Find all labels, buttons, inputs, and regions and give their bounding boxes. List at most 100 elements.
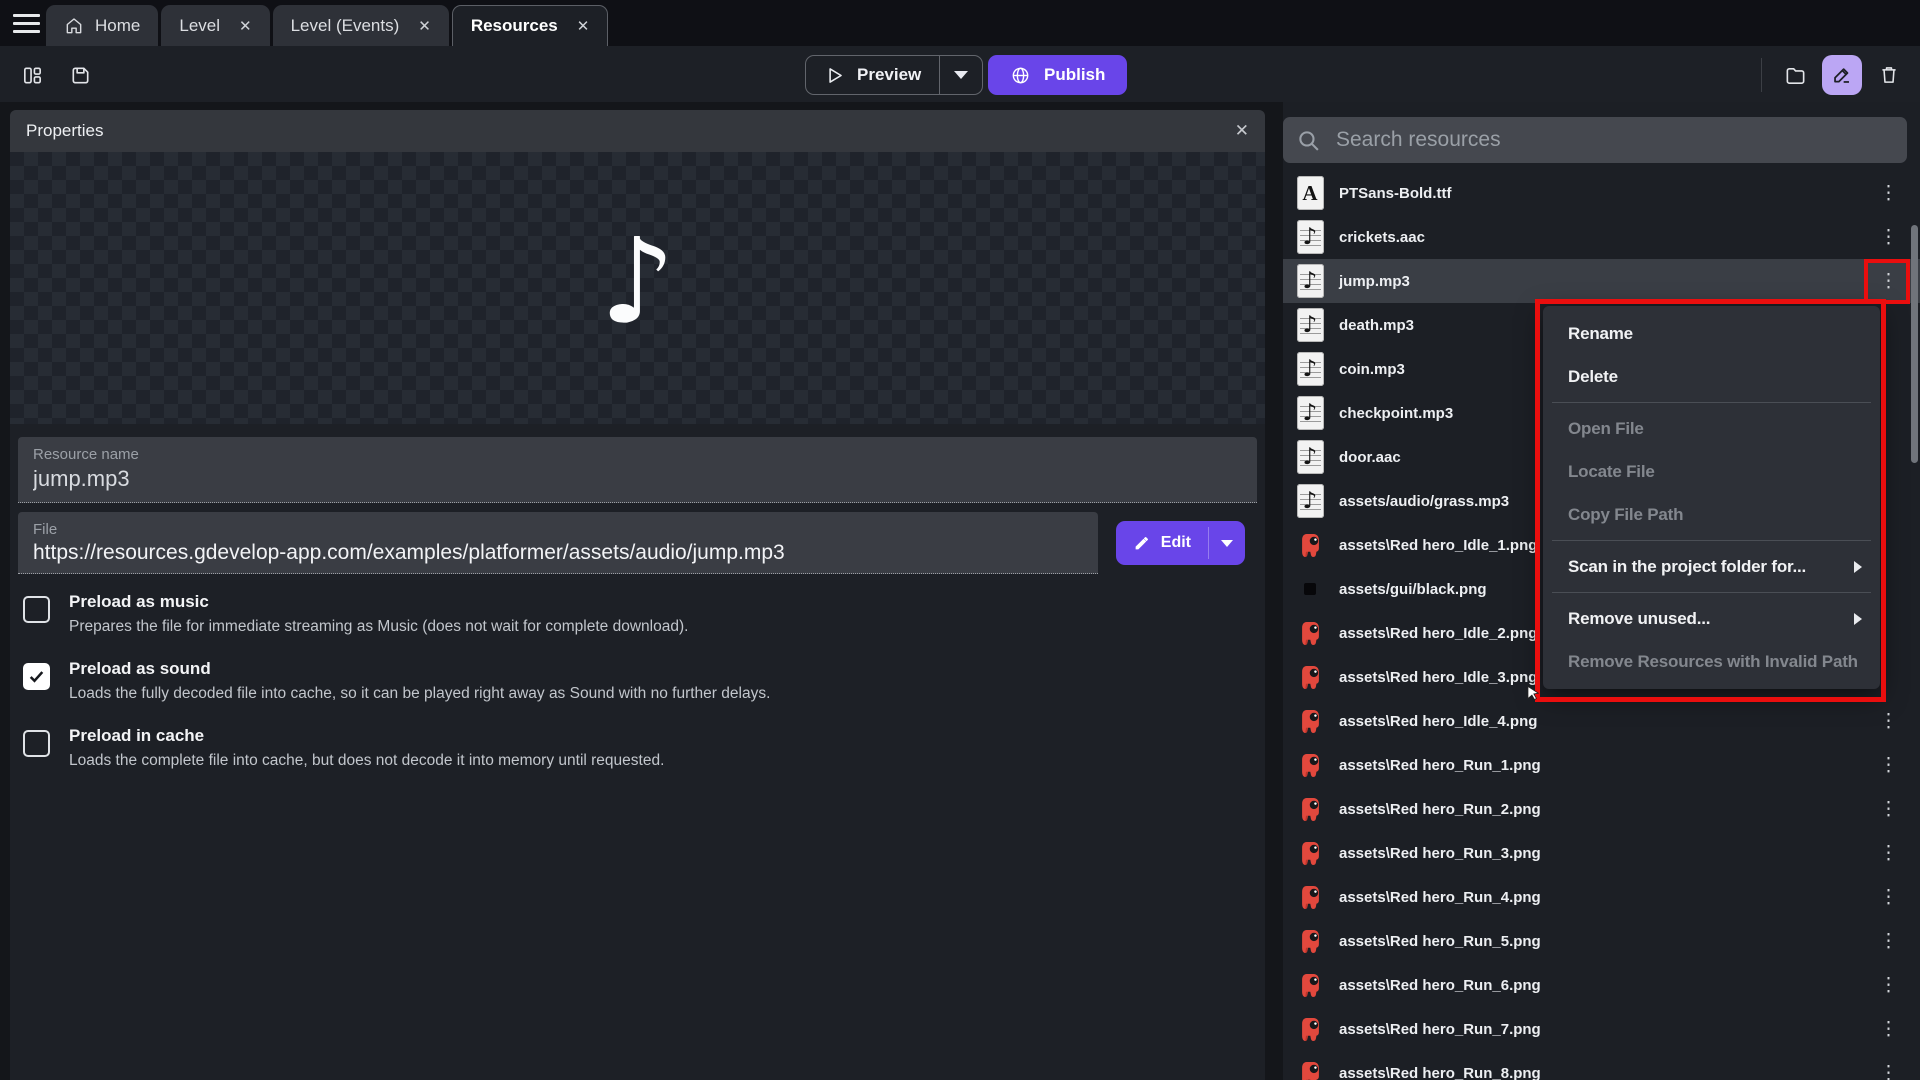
resource-name: assets/gui/black.png — [1339, 581, 1487, 598]
save-floppy-icon — [69, 64, 92, 87]
preview-split-button: Preview — [805, 55, 983, 95]
tab-resources[interactable]: Resources✕ — [452, 5, 609, 46]
toolbar-left-group — [14, 57, 98, 93]
open-folder-button[interactable] — [1777, 57, 1813, 93]
tab-close-icon[interactable]: ✕ — [239, 17, 252, 35]
project-manager-button[interactable] — [14, 57, 50, 93]
resource-row[interactable]: assets\Red hero_Idle_4.png ⋮ — [1283, 699, 1920, 743]
preload-option-desc: Loads the complete file into cache, but … — [69, 752, 664, 770]
resource-row[interactable]: APTSans-Bold.ttf⋮ — [1283, 171, 1920, 215]
menu-item-label: Remove unused... — [1568, 609, 1710, 629]
edit-options-dropdown[interactable] — [1209, 521, 1245, 565]
resource-name: door.aac — [1339, 449, 1401, 466]
menu-item-scan-in-the-project-folder-for[interactable]: Scan in the project folder for... — [1543, 545, 1880, 588]
kebab-menu-icon[interactable]: ⋮ — [1879, 228, 1898, 247]
resource-name-value: jump.mp3 — [33, 466, 1242, 492]
audio-file-icon: ♪ — [1295, 308, 1325, 342]
preload-option-text: Preload as soundLoads the fully decoded … — [69, 659, 770, 703]
tab-close-icon[interactable]: ✕ — [577, 17, 590, 35]
hamburger-menu-icon[interactable] — [0, 0, 46, 46]
properties-header: Properties ✕ — [10, 110, 1265, 152]
menu-item-delete[interactable]: Delete — [1543, 355, 1880, 398]
file-row: File https://resources.gdevelop-app.com/… — [18, 512, 1245, 574]
resource-row[interactable]: assets\Red hero_Run_2.png ⋮ — [1283, 787, 1920, 831]
checkbox-checked[interactable] — [23, 663, 50, 690]
publish-button[interactable]: Publish — [988, 55, 1127, 95]
publish-button-label: Publish — [1044, 65, 1105, 85]
resource-row[interactable]: assets\Red hero_Run_1.png⋮ — [1283, 743, 1920, 787]
edit-button[interactable]: Edit — [1116, 521, 1208, 565]
close-icon[interactable]: ✕ — [1235, 121, 1249, 141]
tab-home[interactable]: Home — [46, 5, 158, 46]
resource-name: assets\Red hero_Run_2.png — [1339, 801, 1541, 818]
resource-name: assets\Red hero_Idle_1.png — [1339, 537, 1537, 554]
home-icon — [64, 16, 84, 36]
resource-row[interactable]: assets\Red hero_Run_8.png⋮ — [1283, 1051, 1920, 1080]
properties-title: Properties — [26, 121, 103, 141]
resource-row[interactable]: assets\Red hero_Run_3.png⋮ — [1283, 831, 1920, 875]
red-hero-sprite-icon — [1295, 972, 1325, 999]
audio-file-icon: ♪ — [1295, 484, 1325, 518]
resource-name-field[interactable]: Resource name jump.mp3 — [18, 437, 1257, 503]
delete-button[interactable] — [1871, 57, 1907, 93]
resource-name: assets\Red hero_Idle_2.png — [1339, 625, 1537, 642]
kebab-menu-icon[interactable]: ⋮ — [1879, 272, 1898, 291]
menu-item-remove-resources-with-invalid-path: Remove Resources with Invalid Path — [1543, 640, 1880, 683]
resource-name: assets\Red hero_Run_4.png — [1339, 889, 1541, 906]
audio-file-icon: ♪ — [1295, 220, 1325, 254]
resource-name: assets\Red hero_Idle_4.png — [1339, 713, 1537, 730]
save-button[interactable] — [62, 57, 98, 93]
menu-item-label: Locate File — [1568, 462, 1655, 482]
font-file-icon: A — [1295, 176, 1325, 210]
menu-item-rename[interactable]: Rename — [1543, 312, 1880, 355]
search-input[interactable]: Search resources — [1283, 117, 1907, 163]
audio-file-icon: ♪ — [1295, 264, 1325, 298]
kebab-menu-icon[interactable]: ⋮ — [1879, 1064, 1898, 1080]
preload-option-label: Preload in cache — [69, 726, 664, 746]
menu-divider — [1552, 540, 1871, 541]
resource-row[interactable]: assets\Red hero_Run_7.png⋮ — [1283, 1007, 1920, 1051]
resource-row[interactable]: ♪crickets.aac⋮ — [1283, 215, 1920, 259]
kebab-menu-icon[interactable]: ⋮ — [1879, 800, 1898, 819]
preview-options-dropdown[interactable] — [940, 56, 982, 94]
scrollbar-thumb[interactable] — [1911, 225, 1918, 463]
resource-row[interactable]: ♪jump.mp3⋮ — [1283, 259, 1920, 303]
resource-name: assets/audio/grass.mp3 — [1339, 493, 1509, 510]
red-hero-sprite-icon — [1295, 664, 1325, 691]
checkbox-unchecked[interactable] — [23, 596, 50, 623]
menu-item-remove-unused[interactable]: Remove unused... — [1543, 597, 1880, 640]
file-field[interactable]: File https://resources.gdevelop-app.com/… — [18, 512, 1098, 574]
mouse-cursor — [1524, 684, 1543, 703]
red-hero-sprite-icon — [1295, 1016, 1325, 1043]
preview-button[interactable]: Preview — [806, 56, 939, 94]
file-value: https://resources.gdevelop-app.com/examp… — [33, 541, 1083, 565]
edit-mode-button[interactable] — [1822, 55, 1862, 95]
resource-row[interactable]: assets\Red hero_Run_5.png⋮ — [1283, 919, 1920, 963]
tab-label: Level (Events) — [291, 16, 400, 36]
black-image-icon — [1295, 583, 1325, 595]
properties-panel: Properties ✕ ♪ Resource name jump.mp3 Fi… — [10, 110, 1265, 1080]
tab-close-icon[interactable]: ✕ — [418, 17, 431, 35]
trash-icon — [1878, 64, 1900, 86]
red-hero-sprite-icon — [1295, 532, 1325, 559]
kebab-menu-icon[interactable]: ⋮ — [1879, 976, 1898, 995]
music-note-icon: ♪ — [600, 222, 675, 340]
kebab-menu-icon[interactable]: ⋮ — [1879, 756, 1898, 775]
kebab-menu-icon[interactable]: ⋮ — [1879, 184, 1898, 203]
submenu-arrow-icon — [1854, 613, 1862, 625]
menu-item-label: Open File — [1568, 419, 1644, 439]
kebab-menu-icon[interactable]: ⋮ — [1879, 888, 1898, 907]
kebab-menu-icon[interactable]: ⋮ — [1879, 712, 1898, 731]
resource-row[interactable]: assets\Red hero_Run_4.png ⋮ — [1283, 875, 1920, 919]
preload-option-desc: Loads the fully decoded file into cache,… — [69, 685, 770, 703]
kebab-menu-icon[interactable]: ⋮ — [1879, 1020, 1898, 1039]
kebab-menu-icon[interactable]: ⋮ — [1879, 844, 1898, 863]
tab-level-events[interactable]: Level (Events) ✕ — [273, 5, 449, 46]
globe-icon — [1010, 65, 1031, 86]
kebab-menu-icon[interactable]: ⋮ — [1879, 932, 1898, 951]
checkbox-unchecked[interactable] — [23, 730, 50, 757]
resource-row[interactable]: assets\Red hero_Run_6.png⋮ — [1283, 963, 1920, 1007]
tab-level[interactable]: Level✕ — [161, 5, 269, 46]
tab-bar-tabs: HomeLevel✕Level (Events)✕Resources✕ — [46, 0, 611, 46]
menu-item-open-file: Open File — [1543, 407, 1880, 450]
